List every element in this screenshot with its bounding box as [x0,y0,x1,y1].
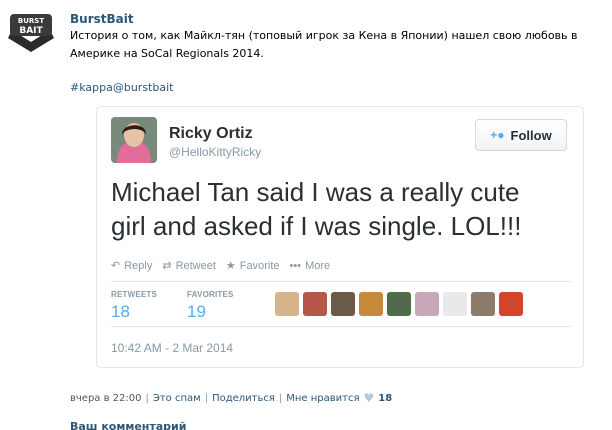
favorites-label: FAVORITES [187,290,234,299]
tweet-author-handle[interactable]: @HelloKittyRicky [169,145,261,159]
follow-label: Follow [510,127,552,143]
favoriter-avatar[interactable] [387,292,411,316]
reply-button[interactable]: ↶ Reply [111,259,153,273]
favoriter-avatar[interactable] [359,292,383,316]
tweet-text: Michael Tan said I was a really cute gir… [111,177,522,241]
svg-text:BURST: BURST [18,17,44,25]
footer-separator: | [145,392,149,404]
follow-button[interactable]: +● Follow [475,119,567,151]
post-header: BurstBait История о том, как Майкл-тян (… [70,12,600,63]
favoriter-avatar[interactable] [303,292,327,316]
spam-link[interactable]: Это спам [153,393,201,404]
burstbait-logo[interactable]: BURST BAIT [4,8,58,56]
footer-separator: | [278,392,283,404]
favorite-label: Favorite [239,259,280,272]
tweet-actions: ↶ Reply ⇄ Retweet ★ Favorite ••• More [111,259,331,273]
favorites-count: 19 [187,302,206,321]
post-footer: вчера в 22:00 | Это спам | Поделиться | … [70,391,392,405]
reply-label: Reply [124,259,153,272]
tweet-avatar[interactable] [111,117,157,163]
favorite-button[interactable]: ★ Favorite [225,259,280,273]
post-author[interactable]: BurstBait [70,12,600,26]
post-text: История о том, как Майкл-тян (топовый иг… [70,29,578,60]
more-icon: ••• [289,259,302,272]
reply-icon: ↶ [111,260,121,272]
tweet-stats: RETWEETS 18 FAVORITES 19 [111,281,571,327]
favoriter-avatar[interactable] [415,292,439,316]
favoriter-avatars [275,292,523,316]
post-hashtag[interactable]: #kappa@burstbait [70,81,173,94]
retweet-label: Retweet [175,259,216,272]
favoriter-avatar[interactable] [331,292,355,316]
retweets-label: RETWEETS [111,290,158,299]
tweet-author-name[interactable]: Ricky Ortiz [169,125,253,143]
embedded-tweet: Ricky Ortiz @HelloKittyRicky +● Follow M… [96,106,584,368]
favoriter-avatar[interactable] [443,292,467,316]
favoriter-avatar[interactable] [499,292,523,316]
favoriter-avatar[interactable] [471,292,495,316]
heart-icon[interactable]: ♥ [364,391,375,405]
retweet-button[interactable]: ⇄ Retweet [162,259,216,273]
svg-text:BAIT: BAIT [19,26,43,36]
tweet-timestamp[interactable]: 10:42 AM - 2 Mar 2014 [111,341,233,355]
favoriter-avatar[interactable] [275,292,299,316]
retweets-count: 18 [111,302,130,321]
comment-label[interactable]: Ваш комментарий [70,420,186,430]
like-link[interactable]: Мне нравится [286,393,359,404]
more-button[interactable]: ••• More [290,259,331,272]
add-user-icon: +● [490,128,505,142]
share-link[interactable]: Поделиться [212,393,275,404]
more-label: More [305,259,331,272]
post-time[interactable]: вчера в 22:00 [70,393,142,404]
retweets-stat[interactable]: RETWEETS 18 [111,290,157,322]
like-count: 18 [378,392,393,404]
footer-separator: | [204,392,209,404]
favorites-stat[interactable]: FAVORITES 19 [187,290,234,322]
star-icon: ★ [225,260,236,272]
retweet-icon: ⇄ [162,260,172,272]
